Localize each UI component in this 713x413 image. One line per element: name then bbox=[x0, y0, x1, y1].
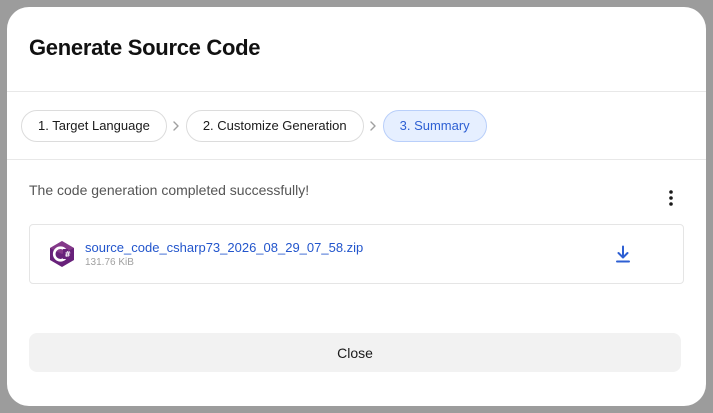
chevron-right-icon bbox=[364, 120, 383, 131]
download-icon bbox=[616, 245, 630, 263]
dialog-footer: Close bbox=[29, 333, 681, 372]
step-label: 2. Customize Generation bbox=[202, 118, 347, 133]
generated-file-card: # source_code_csharp73_2026_08_29_07_58.… bbox=[29, 224, 684, 284]
file-name-link[interactable]: source_code_csharp73_2026_08_29_07_58.zi… bbox=[85, 240, 608, 256]
chevron-right-icon bbox=[167, 120, 186, 131]
step-customize-generation[interactable]: 2. Customize Generation bbox=[185, 109, 364, 142]
more-options-icon[interactable] bbox=[657, 184, 685, 212]
svg-text:#: # bbox=[65, 250, 71, 259]
csharp-icon: # bbox=[48, 239, 76, 269]
stepper: 1. Target Language 2. Customize Generati… bbox=[7, 92, 706, 160]
step-label: 3. Summary bbox=[399, 118, 470, 133]
step-summary[interactable]: 3. Summary bbox=[382, 109, 487, 142]
close-button[interactable]: Close bbox=[29, 333, 681, 372]
file-info: source_code_csharp73_2026_08_29_07_58.zi… bbox=[85, 240, 608, 269]
download-button[interactable] bbox=[608, 239, 638, 269]
status-message: The code generation completed successful… bbox=[29, 182, 310, 198]
step-label: 1. Target Language bbox=[38, 118, 150, 133]
dialog-header: Generate Source Code bbox=[7, 7, 706, 92]
step-target-language[interactable]: 1. Target Language bbox=[21, 109, 167, 142]
summary-content: The code generation completed successful… bbox=[7, 160, 706, 284]
dialog-title: Generate Source Code bbox=[29, 35, 261, 60]
file-size: 131.76 KiB bbox=[85, 256, 134, 268]
status-row: The code generation completed successful… bbox=[29, 160, 684, 224]
generate-source-code-dialog: Generate Source Code 1. Target Language … bbox=[7, 7, 706, 406]
